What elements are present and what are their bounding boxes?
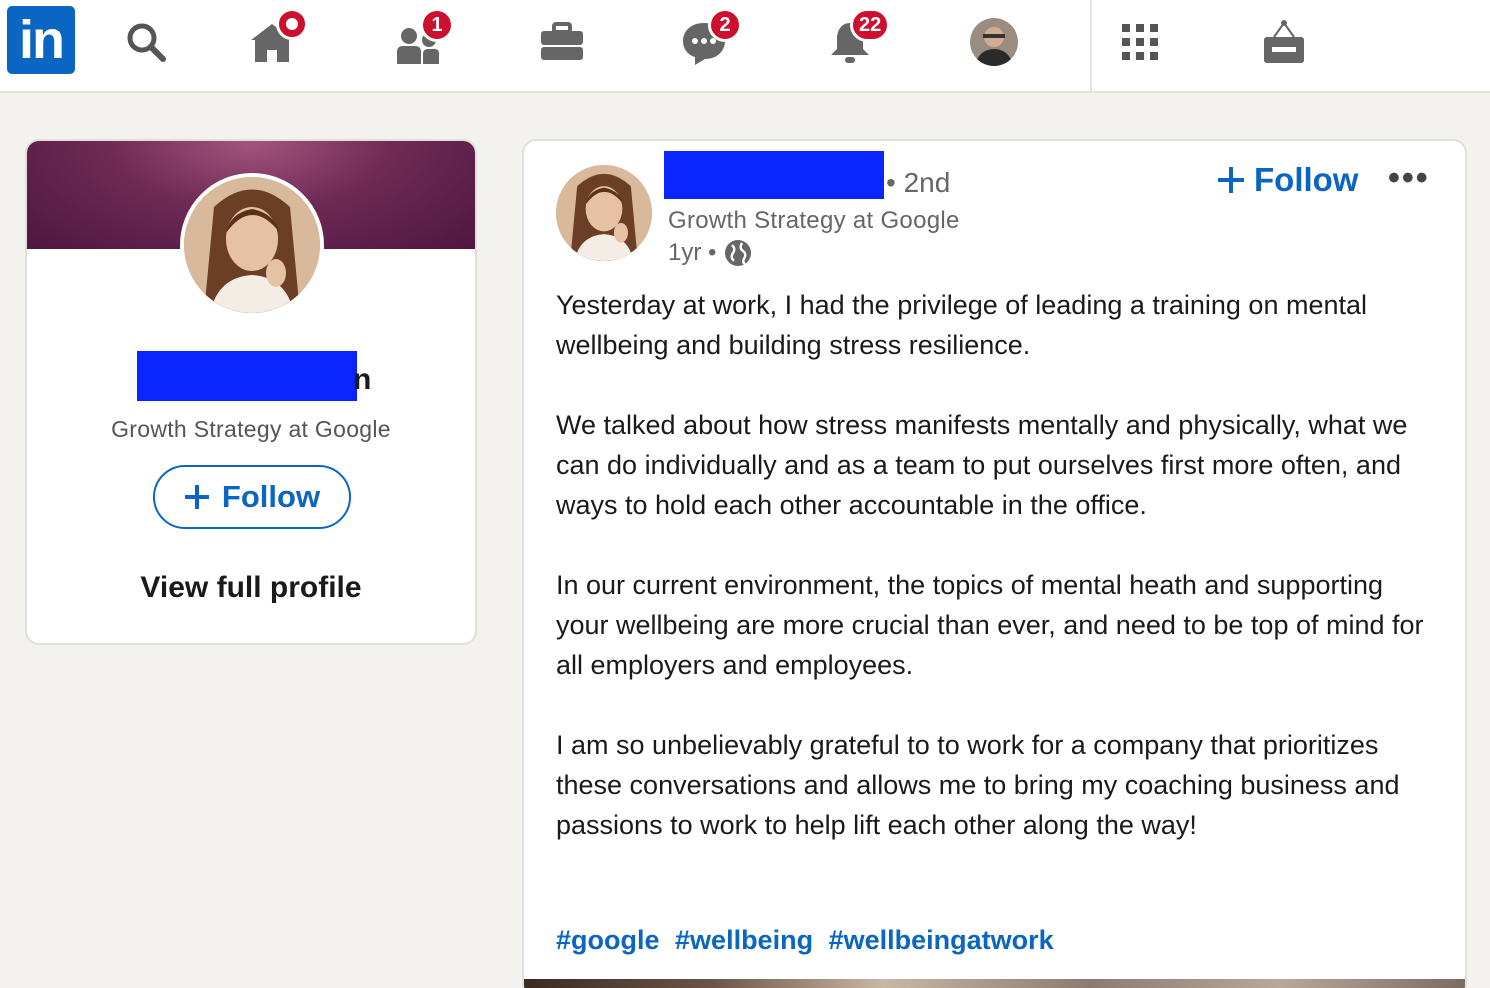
notifications-icon[interactable]: 22 <box>822 8 891 70</box>
messaging-badge: 2 <box>708 8 742 42</box>
network-icon[interactable]: 1 <box>390 8 454 70</box>
post-paragraph: I am so unbelievably grateful to to work… <box>556 730 1400 840</box>
top-nav: in 1 2 22 <box>0 0 1490 93</box>
advertise-icon[interactable] <box>1256 14 1312 70</box>
linkedin-logo[interactable]: in <box>7 6 75 74</box>
connection-degree: • 2nd <box>886 167 951 198</box>
profile-follow-button[interactable]: Follow <box>153 465 351 529</box>
more-options-icon[interactable]: ••• <box>1388 159 1430 198</box>
post-paragraph: In our current environment, the topics o… <box>556 570 1424 680</box>
apps-grid-icon[interactable] <box>1112 14 1168 70</box>
hashtag-link[interactable]: #wellbeingatwork <box>829 925 1054 955</box>
search-icon[interactable] <box>118 14 174 70</box>
plus-icon <box>184 485 209 509</box>
view-full-profile-link[interactable]: View full profile <box>27 571 475 605</box>
nav-divider <box>1090 0 1092 92</box>
post-follow-button[interactable]: Follow <box>1218 161 1358 199</box>
post-card: • 2nd Growth Strategy at Google 1yr • Fo… <box>522 139 1467 988</box>
post-author-photo[interactable] <box>556 165 652 261</box>
post-time-text: 1yr • <box>668 239 717 266</box>
network-badge: 1 <box>420 8 454 42</box>
redacted-name <box>137 351 357 401</box>
post-hashtags: #google #wellbeing #wellbeingatwork <box>556 925 1062 956</box>
post-paragraph: Yesterday at work, I had the privilege o… <box>556 290 1368 360</box>
jobs-icon[interactable] <box>534 14 590 70</box>
notifications-badge: 22 <box>850 8 891 42</box>
messaging-icon[interactable]: 2 <box>676 8 742 70</box>
profile-photo[interactable] <box>180 173 324 317</box>
redacted-author-name <box>664 151 884 199</box>
home-icon[interactable] <box>244 8 308 70</box>
post-author-headline: Growth Strategy at Google <box>668 207 960 234</box>
globe-icon <box>725 240 752 266</box>
profile-follow-label: Follow <box>221 479 321 514</box>
post-image[interactable] <box>524 979 1465 988</box>
post-paragraph: We talked about how stress manifests men… <box>556 410 1408 520</box>
post-timestamp: 1yr • <box>668 239 752 267</box>
hashtag-link[interactable]: #google <box>556 925 660 955</box>
post-follow-label: Follow <box>1254 161 1359 198</box>
home-notification-dot <box>276 8 308 40</box>
profile-headline: Growth Strategy at Google <box>111 416 391 442</box>
profile-card: n Growth Strategy at Google Follow View … <box>25 139 477 645</box>
me-avatar[interactable] <box>966 14 1022 70</box>
profile-name-fragment: n <box>353 363 372 396</box>
hashtag-link[interactable]: #wellbeing <box>675 925 813 955</box>
post-body: Yesterday at work, I had the privilege o… <box>556 285 1436 885</box>
plus-icon <box>1218 167 1244 193</box>
